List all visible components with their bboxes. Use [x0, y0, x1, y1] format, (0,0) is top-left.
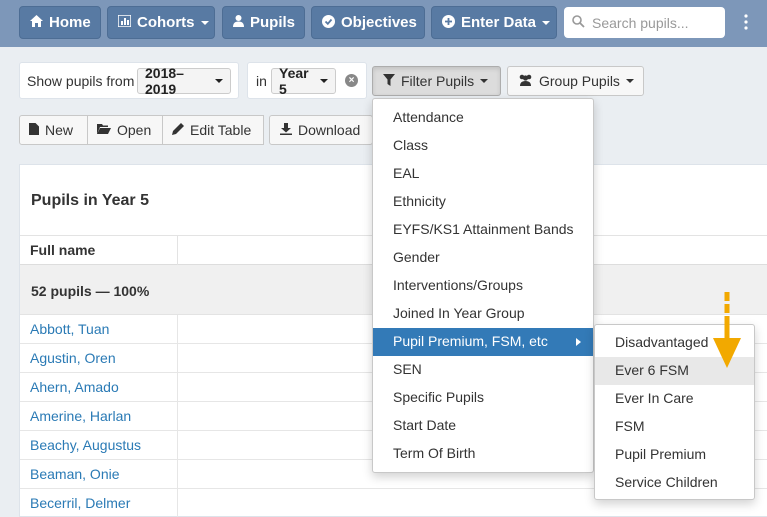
- menu-item-start-date[interactable]: Start Date: [373, 412, 593, 440]
- pupil-name-link[interactable]: Becerril, Delmer: [20, 489, 178, 517]
- menu-item-attendance[interactable]: Attendance: [373, 104, 593, 132]
- menu-item-interventions[interactable]: Interventions/Groups: [373, 272, 593, 300]
- year-range-panel: Show pupils from 2018–2019: [19, 62, 239, 99]
- edit-table-button[interactable]: Edit Table: [162, 115, 264, 145]
- search-input[interactable]: Search pupils...: [564, 7, 725, 38]
- group-pupils-label: Group Pupils: [539, 73, 620, 89]
- user-icon: [233, 15, 244, 30]
- menu-item-class[interactable]: Class: [373, 132, 593, 160]
- more-menu-icon[interactable]: [743, 14, 749, 30]
- edit-table-label: Edit Table: [190, 122, 252, 138]
- group-pupils-button[interactable]: Group Pupils: [507, 66, 644, 96]
- users-icon: [518, 74, 533, 89]
- pupils-button[interactable]: Pupils: [222, 6, 305, 39]
- pupil-name-link[interactable]: Amerine, Harlan: [20, 402, 178, 431]
- pencil-icon: [172, 122, 184, 138]
- top-navbar: Home Cohorts Pupils Objectives Enter Dat…: [0, 0, 767, 47]
- menu-item-sen[interactable]: SEN: [373, 356, 593, 384]
- objectives-button[interactable]: Objectives: [311, 6, 425, 39]
- menu-item-pupil-premium[interactable]: Pupil Premium, FSM, etc: [373, 328, 593, 356]
- new-label: New: [45, 122, 74, 138]
- plus-circle-icon: [442, 14, 455, 31]
- chevron-down-icon: [320, 79, 328, 83]
- folder-open-icon: [97, 123, 111, 137]
- pupil-name-link[interactable]: Ahern, Amado: [20, 373, 178, 402]
- download-label: Download: [298, 122, 361, 138]
- menu-item-ethnicity[interactable]: Ethnicity: [373, 188, 593, 216]
- enter-data-button[interactable]: Enter Data: [431, 6, 557, 39]
- search-placeholder: Search pupils...: [592, 14, 689, 31]
- check-circle-icon: [322, 14, 335, 31]
- menu-item-eal[interactable]: EAL: [373, 160, 593, 188]
- pupil-count-summary: 52 pupils — 100%: [31, 283, 150, 299]
- cohorts-label: Cohorts: [137, 14, 195, 31]
- pupil-name-link[interactable]: Abbott, Tuan: [20, 315, 178, 344]
- year-range-select[interactable]: 2018–2019: [137, 65, 231, 97]
- chevron-down-icon: [480, 79, 489, 83]
- enter-data-label: Enter Data: [461, 14, 537, 31]
- file-icon: [29, 122, 39, 138]
- chevron-right-icon: [576, 338, 581, 346]
- filter-pupils-button[interactable]: Filter Pupils: [372, 66, 501, 96]
- objectives-label: Objectives: [341, 14, 417, 31]
- full-name-column-header[interactable]: Full name: [20, 236, 178, 265]
- pupil-name-link[interactable]: Agustin, Oren: [20, 344, 178, 373]
- home-button[interactable]: Home: [19, 6, 101, 39]
- in-label: in: [256, 73, 267, 89]
- home-label: Home: [49, 14, 91, 31]
- menu-item-pupil-premium-label: Pupil Premium, FSM, etc: [393, 333, 548, 349]
- chevron-down-icon: [200, 20, 209, 25]
- submenu-item-ever-in-care[interactable]: Ever In Care: [595, 385, 754, 413]
- filter-icon: [383, 73, 395, 89]
- chevron-down-icon: [625, 79, 634, 83]
- table-title: Pupils in Year 5: [31, 192, 149, 209]
- arrow-down-icon: [713, 292, 741, 368]
- clear-filter-icon[interactable]: ×: [345, 74, 358, 87]
- year-group-select[interactable]: Year 5: [271, 65, 336, 97]
- menu-item-gender[interactable]: Gender: [373, 244, 593, 272]
- file-actions-group: New Open Edit Table: [19, 115, 264, 145]
- cohorts-button[interactable]: Cohorts: [107, 6, 215, 39]
- submenu-item-pupil-premium[interactable]: Pupil Premium: [595, 441, 754, 469]
- new-button[interactable]: New: [19, 115, 88, 145]
- year-group-value: Year 5: [279, 65, 309, 97]
- menu-item-specific-pupils[interactable]: Specific Pupils: [373, 384, 593, 412]
- pupil-name-link[interactable]: Beachy, Augustus: [20, 431, 178, 460]
- filter-pupils-menu: Attendance Class EAL Ethnicity EYFS/KS1 …: [372, 98, 594, 473]
- filter-pupils-label: Filter Pupils: [401, 73, 475, 89]
- open-label: Open: [117, 122, 152, 138]
- search-icon: [572, 14, 585, 31]
- open-button[interactable]: Open: [87, 115, 163, 145]
- menu-item-eyfs-ks1[interactable]: EYFS/KS1 Attainment Bands: [373, 216, 593, 244]
- pupils-label: Pupils: [250, 14, 296, 31]
- submenu-item-service-children[interactable]: Service Children: [595, 469, 754, 497]
- show-pupils-label: Show pupils from: [27, 73, 135, 89]
- year-range-value: 2018–2019: [145, 65, 184, 97]
- menu-item-term-of-birth[interactable]: Term Of Birth: [373, 440, 593, 468]
- download-button[interactable]: Download: [269, 115, 373, 145]
- pupil-name-link[interactable]: Beaman, Onie: [20, 460, 178, 489]
- download-icon: [280, 122, 292, 138]
- home-icon: [30, 15, 43, 30]
- submenu-item-fsm[interactable]: FSM: [595, 413, 754, 441]
- menu-item-joined-in-year[interactable]: Joined In Year Group: [373, 300, 593, 328]
- chevron-down-icon: [542, 20, 551, 25]
- chevron-down-icon: [215, 79, 223, 83]
- chart-icon: [117, 14, 132, 30]
